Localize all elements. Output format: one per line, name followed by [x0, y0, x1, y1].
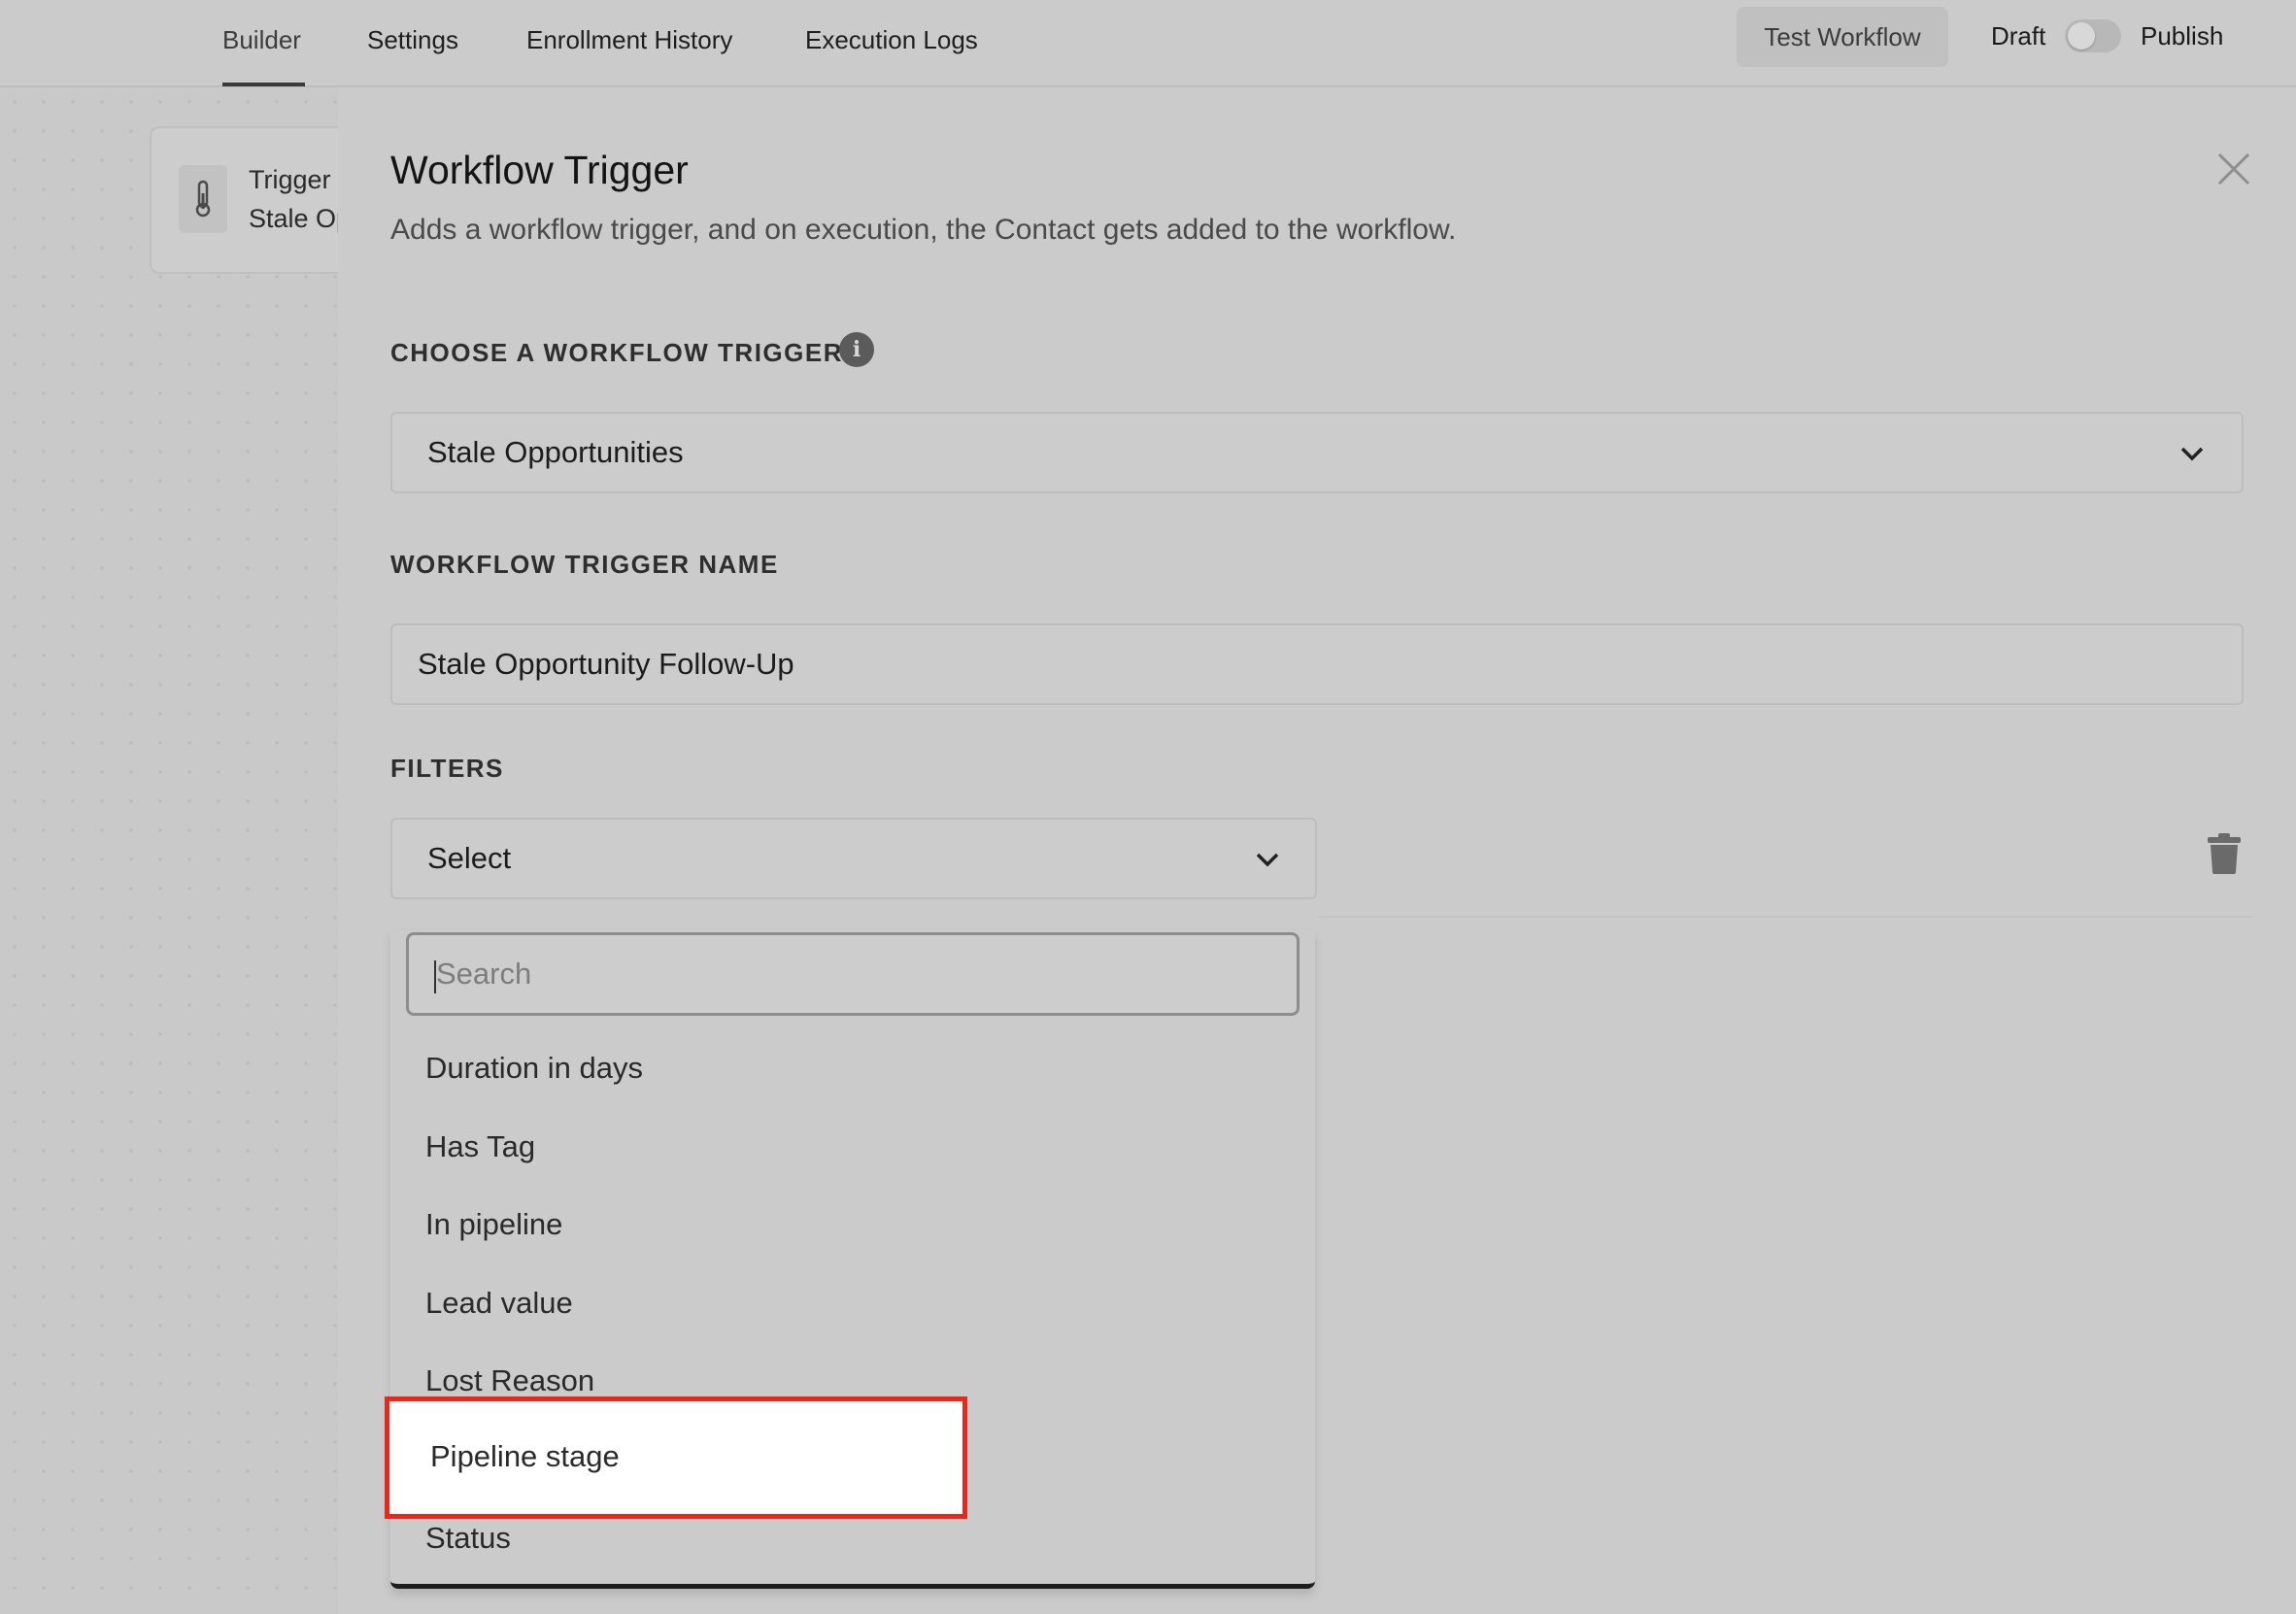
test-workflow-button[interactable]: Test Workflow: [1737, 7, 1948, 67]
option-lead-value[interactable]: Lead value: [390, 1264, 1315, 1342]
trigger-node-subtitle: Stale Op: [249, 204, 338, 233]
option-has-tag[interactable]: Has Tag: [390, 1108, 1315, 1186]
option-status[interactable]: Status: [390, 1499, 1315, 1577]
trigger-name-value: Stale Opportunity Follow-Up: [418, 647, 794, 681]
trash-icon[interactable]: [2207, 833, 2242, 874]
dropdown-search-input[interactable]: Search: [406, 932, 1300, 1016]
tab-settings[interactable]: Settings: [367, 25, 458, 55]
option-duration-in-days[interactable]: Duration in days: [390, 1029, 1315, 1107]
filter-select-value: Select: [427, 841, 512, 875]
trigger-node-title: Trigger: [249, 165, 331, 194]
trigger-name-input[interactable]: Stale Opportunity Follow-Up: [390, 623, 2244, 705]
filter-row-divider: [1319, 916, 2253, 918]
publish-toggle[interactable]: [2065, 19, 2121, 52]
tab-builder[interactable]: Builder: [222, 25, 301, 55]
trigger-node-card[interactable]: Trigger Stale Op: [150, 126, 338, 274]
active-tab-indicator: [222, 83, 305, 86]
close-icon[interactable]: [2214, 150, 2253, 188]
tab-execution-logs[interactable]: Execution Logs: [805, 25, 978, 55]
top-navigation: Builder Settings Enrollment History Exec…: [0, 0, 2296, 87]
workflow-canvas[interactable]: Trigger Stale Op: [0, 87, 338, 1614]
trigger-type-value: Stale Opportunities: [427, 435, 684, 469]
filters-label: FILTERS: [390, 754, 504, 783]
option-in-pipeline[interactable]: In pipeline: [390, 1186, 1315, 1263]
chevron-down-icon: [2180, 447, 2204, 461]
filter-options-dropdown: Search Duration in days Has Tag In pipel…: [385, 930, 1315, 1589]
choose-trigger-label: CHOOSE A WORKFLOW TRIGGER: [390, 338, 843, 367]
chevron-down-icon: [1256, 853, 1279, 867]
search-placeholder: Search: [436, 957, 532, 991]
publish-label: Publish: [2141, 21, 2224, 50]
workflow-trigger-panel: Workflow Trigger Adds a workflow trigger…: [338, 87, 2296, 1614]
toggle-knob: [2068, 22, 2095, 50]
trigger-name-label: WORKFLOW TRIGGER NAME: [390, 550, 779, 579]
panel-title: Workflow Trigger: [390, 148, 689, 192]
filter-field-select[interactable]: Select: [390, 818, 1317, 899]
panel-subtitle: Adds a workflow trigger, and on executio…: [390, 214, 1457, 246]
tab-enrollment-history[interactable]: Enrollment History: [526, 25, 732, 55]
draft-label: Draft: [1991, 21, 2046, 50]
thermometer-icon: [179, 165, 227, 233]
info-icon[interactable]: i: [839, 332, 874, 367]
trigger-type-select[interactable]: Stale Opportunities: [390, 412, 2244, 493]
